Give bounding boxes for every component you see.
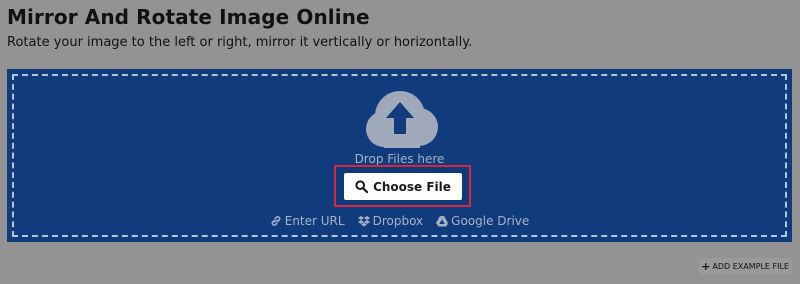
plus-icon: + — [701, 259, 711, 273]
cloud-upload-icon — [366, 91, 438, 148]
drop-files-text: Drop Files here — [354, 152, 445, 166]
add-example-file-button[interactable]: + ADD EXAMPLE FILE — [699, 258, 792, 274]
link-icon — [271, 216, 281, 226]
dropbox-label: Dropbox — [372, 214, 424, 228]
google-drive-link[interactable]: Google Drive — [436, 214, 529, 228]
google-drive-label: Google Drive — [451, 214, 530, 228]
drop-zone[interactable]: Drop Files here Choose File Enter URL Dr… — [12, 74, 787, 237]
dropbox-icon — [357, 216, 370, 227]
search-icon — [355, 180, 369, 193]
google-drive-icon — [436, 216, 449, 227]
source-links: Enter URL Dropbox Google Drive — [14, 214, 785, 228]
choose-file-label: Choose File — [373, 179, 451, 194]
page-subtitle: Rotate your image to the left or right, … — [7, 35, 473, 50]
upload-area[interactable]: Drop Files here Choose File Enter URL Dr… — [7, 69, 792, 242]
choose-file-button[interactable]: Choose File — [344, 173, 462, 200]
add-example-file-label: ADD EXAMPLE FILE — [712, 261, 789, 271]
dropbox-link[interactable]: Dropbox — [357, 214, 424, 228]
enter-url-link[interactable]: Enter URL — [270, 214, 345, 228]
enter-url-label: Enter URL — [284, 214, 345, 228]
page-title: Mirror And Rotate Image Online — [7, 5, 370, 29]
